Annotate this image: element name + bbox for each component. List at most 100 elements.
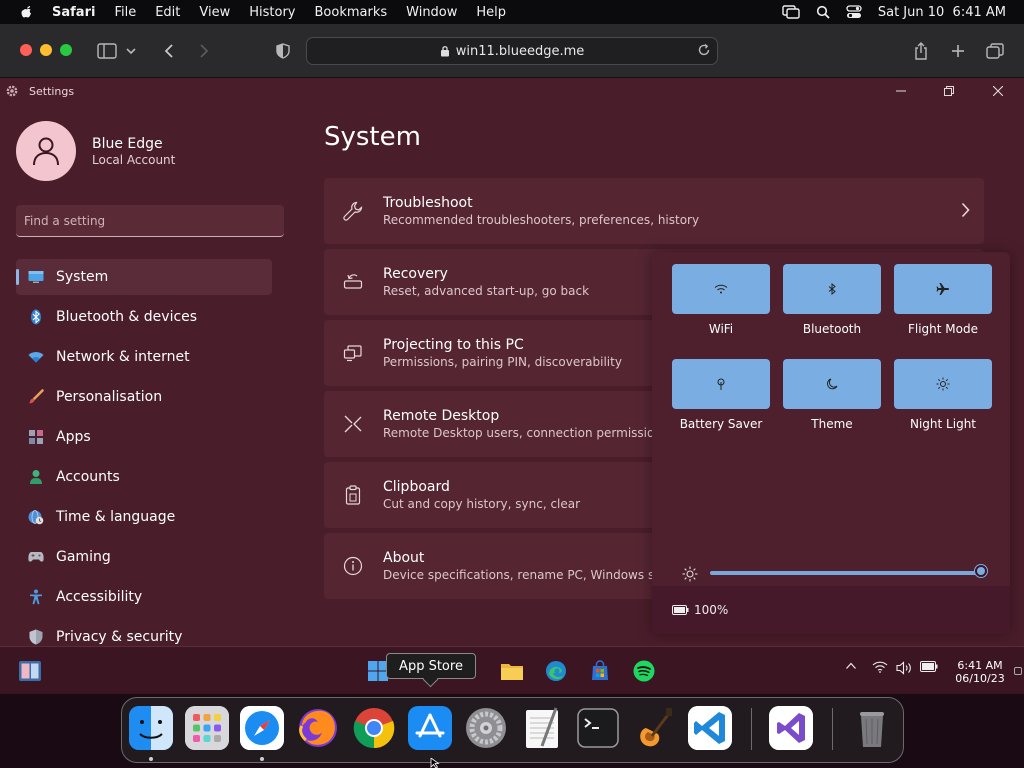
taskbar-clock[interactable]: 6:41 AM 06/10/23 xyxy=(950,659,1010,685)
reload-icon[interactable] xyxy=(697,43,711,57)
nav-item-label: Accounts xyxy=(56,469,120,485)
chrome-icon[interactable] xyxy=(352,706,396,750)
wifi-icon[interactable] xyxy=(872,661,888,673)
nav-item-network-internet[interactable]: Network & internet xyxy=(16,339,272,375)
menu-file[interactable]: File xyxy=(114,5,136,20)
quick-tile-battery-saver[interactable] xyxy=(672,359,770,409)
moon-icon xyxy=(827,378,838,390)
textedit-icon[interactable] xyxy=(520,706,564,750)
file-explorer-icon[interactable] xyxy=(500,659,524,683)
sidebar-icon[interactable] xyxy=(96,40,118,62)
menu-history[interactable]: History xyxy=(249,5,295,20)
remote-desktop-icon xyxy=(341,412,365,436)
nav-item-label: Accessibility xyxy=(56,589,143,605)
visual-studio-icon[interactable] xyxy=(769,706,813,750)
card-troubleshoot[interactable]: Troubleshoot Recommended troubleshooters… xyxy=(324,178,984,244)
chevron-up-icon[interactable] xyxy=(845,661,857,671)
quick-tile-bluetooth[interactable] xyxy=(783,264,881,314)
battery-percentage: 100% xyxy=(694,603,729,617)
person-icon xyxy=(33,137,59,166)
avatar xyxy=(16,121,76,181)
nav-item-apps[interactable]: Apps xyxy=(16,419,272,455)
firefox-icon[interactable] xyxy=(296,706,340,750)
terminal-icon[interactable] xyxy=(576,706,620,750)
menu-bookmarks[interactable]: Bookmarks xyxy=(315,5,388,20)
nav-item-label: Bluetooth & devices xyxy=(56,309,198,325)
nav-item-label: Time & language xyxy=(56,509,176,525)
shield-icon xyxy=(28,629,44,645)
minimize-window-button[interactable] xyxy=(40,44,52,56)
restore-icon[interactable] xyxy=(941,83,957,99)
address-bar[interactable]: win11.blueedge.me xyxy=(306,37,718,65)
share-icon[interactable] xyxy=(910,40,932,62)
quick-tile-night-light[interactable] xyxy=(894,359,992,409)
clipboard-icon xyxy=(341,483,365,507)
nav-item-bluetooth-devices[interactable]: Bluetooth & devices xyxy=(16,299,272,335)
spotify-icon[interactable] xyxy=(632,659,656,683)
launchpad-icon[interactable] xyxy=(185,706,229,750)
safari-icon[interactable] xyxy=(240,706,284,750)
back-icon[interactable] xyxy=(158,40,180,62)
nav-item-accounts[interactable]: Accounts xyxy=(16,459,272,495)
new-tab-icon[interactable] xyxy=(947,40,969,62)
nav-item-accessibility[interactable]: Accessibility xyxy=(16,579,272,615)
safari-toolbar: win11.blueedge.me xyxy=(0,24,1024,78)
settings-nav: System Bluetooth & devices Network & int… xyxy=(16,259,272,659)
zoom-window-button[interactable] xyxy=(60,44,72,56)
vscode-icon[interactable] xyxy=(688,706,732,750)
close-icon[interactable] xyxy=(990,83,1006,99)
quick-tile-theme[interactable] xyxy=(783,359,881,409)
card-title: Projecting to this PC xyxy=(383,337,524,353)
forward-icon[interactable] xyxy=(193,40,215,62)
battery-icon[interactable] xyxy=(920,661,938,672)
find-setting-input[interactable]: Find a setting xyxy=(16,205,284,237)
quick-tile-label: Theme xyxy=(811,417,853,431)
nav-item-gaming[interactable]: Gaming xyxy=(16,539,272,575)
brightness-slider-thumb[interactable] xyxy=(975,565,987,577)
menubar-clock[interactable]: Sat Jun 10 6:41 AM xyxy=(878,5,1006,20)
app-store-icon[interactable] xyxy=(408,706,452,750)
settings-title-bar: Settings xyxy=(0,78,1024,104)
screen-mirror-icon[interactable] xyxy=(782,5,800,19)
menu-edit[interactable]: Edit xyxy=(155,5,180,20)
user-profile[interactable]: Blue Edge Local Account xyxy=(16,121,175,181)
profile-account-type: Local Account xyxy=(92,152,176,167)
menu-app-name[interactable]: Safari xyxy=(52,5,95,20)
close-window-button[interactable] xyxy=(20,44,32,56)
control-center-icon[interactable] xyxy=(846,5,862,19)
nav-item-label: Network & internet xyxy=(56,349,190,365)
system-settings-icon[interactable] xyxy=(464,706,508,750)
nav-item-system[interactable]: System xyxy=(16,259,272,295)
settings-window-title: Settings xyxy=(29,84,75,98)
minimize-icon[interactable] xyxy=(893,83,909,99)
page-title: System xyxy=(324,122,421,152)
tab-overview-icon[interactable] xyxy=(984,40,1006,62)
card-subtitle: Remote Desktop users, connection permiss… xyxy=(383,426,669,440)
menu-view[interactable]: View xyxy=(199,5,230,20)
brightness-slider-track[interactable] xyxy=(710,571,981,575)
apple-icon[interactable] xyxy=(20,5,34,19)
nav-item-personalisation[interactable]: Personalisation xyxy=(16,379,272,415)
quick-tile-flight-mode[interactable] xyxy=(894,264,992,314)
privacy-shield-icon[interactable] xyxy=(272,40,294,62)
garageband-icon[interactable] xyxy=(632,706,676,750)
menu-window[interactable]: Window xyxy=(406,5,457,20)
globe-clock-icon xyxy=(28,509,44,525)
sidebar-chevron-down-icon[interactable] xyxy=(124,40,138,62)
quick-tile-wifi[interactable] xyxy=(672,264,770,314)
trash-icon[interactable] xyxy=(850,706,894,750)
show-desktop-button[interactable] xyxy=(1014,667,1022,675)
nav-item-time-language[interactable]: Time & language xyxy=(16,499,272,535)
microsoft-store-icon[interactable] xyxy=(588,659,612,683)
lock-icon xyxy=(440,46,449,57)
running-indicator xyxy=(260,757,264,761)
nav-item-label: Apps xyxy=(56,429,91,445)
volume-icon[interactable] xyxy=(896,661,913,675)
widgets-icon[interactable] xyxy=(18,659,42,683)
menu-help[interactable]: Help xyxy=(476,5,506,20)
edge-icon[interactable] xyxy=(544,659,568,683)
spotlight-search-icon[interactable] xyxy=(816,5,830,19)
finder-icon[interactable] xyxy=(129,706,173,750)
nav-item-label: Gaming xyxy=(56,549,111,565)
nav-item-label: System xyxy=(56,269,109,285)
